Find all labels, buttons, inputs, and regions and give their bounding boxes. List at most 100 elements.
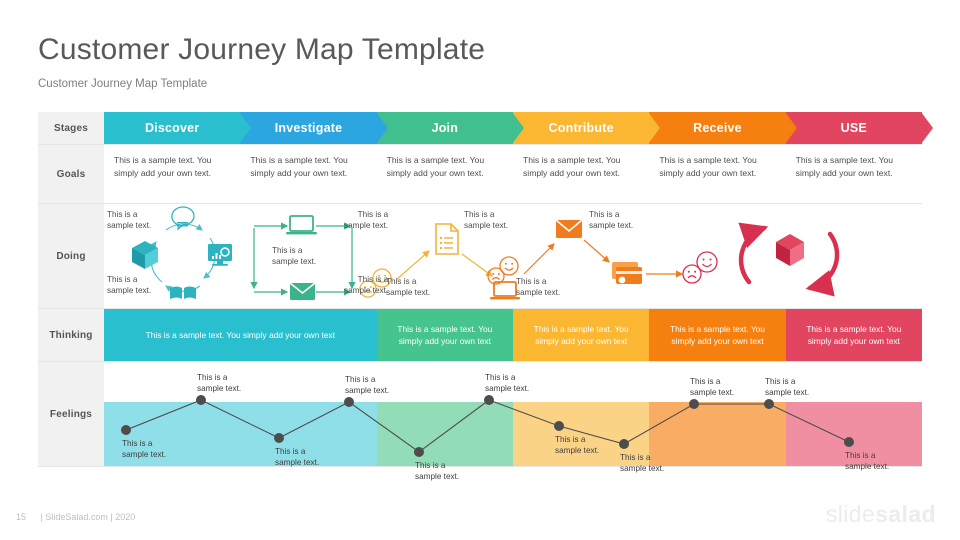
doing-label-line: This is a bbox=[272, 246, 303, 255]
feelings-point-label: This is a sample text. bbox=[485, 372, 529, 395]
feelings-data-point[interactable] bbox=[844, 437, 854, 447]
journey-map-board: Stages Discover Investigate Join Contribute… bbox=[38, 112, 933, 481]
feelings-point-label-line: sample text. bbox=[620, 464, 665, 474]
doing-label: This is a sample text. bbox=[107, 274, 151, 297]
feelings-data-point[interactable] bbox=[554, 421, 564, 431]
doing-label-line: sample text. bbox=[464, 221, 509, 231]
page-number: 15 bbox=[16, 512, 27, 522]
goals-cells: This is a sample text. You simply add yo… bbox=[104, 145, 922, 203]
goal-cell: This is a sample text. You simply add yo… bbox=[240, 145, 376, 203]
goal-text: This is a sample text. You simply add yo… bbox=[250, 155, 348, 178]
goal-text: This is a sample text. You simply add yo… bbox=[659, 155, 757, 178]
goal-cell: This is a sample text. You simply add yo… bbox=[786, 145, 922, 203]
feelings-point-label: This is a sample text. bbox=[345, 374, 389, 397]
feelings-point-label-line: sample text. bbox=[122, 450, 167, 460]
feelings-point-label: This is a sample text. bbox=[122, 438, 166, 461]
feelings-point-label-line: This is a bbox=[122, 439, 153, 448]
logo-light: slide bbox=[825, 501, 876, 527]
stage-chevron-receive[interactable]: Receive bbox=[646, 112, 797, 144]
happy-face-icon bbox=[499, 256, 519, 276]
feelings-point-label: This is a sample text. bbox=[555, 434, 599, 457]
feelings-data-point[interactable] bbox=[484, 395, 494, 405]
feelings-data-point[interactable] bbox=[689, 399, 699, 409]
divider bbox=[38, 466, 922, 467]
feelings-point-label-line: sample text. bbox=[275, 458, 320, 468]
doing-label-line: This is a bbox=[107, 210, 138, 219]
doing-label: This is a sample text. bbox=[107, 209, 151, 232]
stage-chevron-discover[interactable]: Discover bbox=[104, 112, 252, 144]
thinking-blocks: This is a sample text. You simply add yo… bbox=[104, 309, 922, 361]
thinking-block: This is a sample text. You simply add yo… bbox=[104, 309, 377, 361]
stages-track: Discover Investigate Join Contribute Receive… bbox=[104, 112, 933, 144]
feelings-data-point[interactable] bbox=[414, 447, 424, 457]
feelings-data-point[interactable] bbox=[196, 395, 206, 405]
book-icon bbox=[170, 286, 196, 299]
feelings-data-point[interactable] bbox=[619, 439, 629, 449]
chevron-arrow-icon bbox=[648, 112, 661, 144]
feelings-data-point[interactable] bbox=[764, 399, 774, 409]
doing-label: This is a sample text. bbox=[589, 209, 633, 232]
feelings-point-label-line: sample text. bbox=[345, 386, 390, 396]
feelings-point-label-line: This is a bbox=[765, 377, 796, 386]
envelope-icon bbox=[555, 219, 583, 238]
feelings-point-label: This is a sample text. bbox=[845, 450, 889, 473]
thinking-text: This is a sample text. You simply add yo… bbox=[145, 330, 336, 340]
doing-label-line: sample text. bbox=[344, 286, 389, 296]
page-title: Customer Journey Map Template bbox=[38, 33, 486, 66]
stage-chevron-contribute[interactable]: Contribute bbox=[509, 112, 661, 144]
goal-cell: This is a sample text. You simply add yo… bbox=[104, 145, 240, 203]
chevron-arrow-icon bbox=[511, 112, 524, 144]
doing-row: Doing This is a sample text. This is a samp… bbox=[38, 204, 922, 308]
thinking-block: This is a sample text. You simply add yo… bbox=[512, 309, 650, 361]
feelings-data-point[interactable] bbox=[344, 397, 354, 407]
doing-label: This is a sample text. bbox=[344, 274, 388, 297]
doing-label: This is a sample text. bbox=[272, 245, 316, 268]
feelings-data-point[interactable] bbox=[274, 433, 284, 443]
page-header: Customer Journey Map Template Customer J… bbox=[38, 32, 485, 90]
doing-label-line: This is a bbox=[589, 210, 620, 219]
thinking-text: This is a sample text. You simply add yo… bbox=[669, 324, 765, 346]
logo-bold: salad bbox=[875, 501, 936, 527]
feelings-point-label-line: sample text. bbox=[485, 384, 530, 394]
laptop-icon bbox=[286, 215, 317, 235]
feelings-point-label: This is a sample text. bbox=[275, 446, 319, 469]
doing-label: This is a sample text. bbox=[516, 276, 560, 299]
goal-text: This is a sample text. You simply add yo… bbox=[522, 155, 621, 178]
doing-label: This is a sample text. bbox=[344, 209, 388, 232]
chevron-arrow-icon bbox=[784, 112, 797, 144]
feelings-point-label-line: sample text. bbox=[415, 472, 460, 482]
feelings-point-label-line: This is a bbox=[485, 373, 516, 382]
stage-chevron-join[interactable]: Join bbox=[373, 112, 524, 144]
feelings-point-label: This is a sample text. bbox=[197, 372, 241, 395]
monitor-chart-icon bbox=[208, 244, 232, 266]
doing-icons-and-arrows bbox=[132, 206, 840, 300]
goal-cell: This is a sample text. You simply add yo… bbox=[377, 145, 513, 203]
feelings-point-label-line: sample text. bbox=[555, 446, 600, 456]
doing-label-line: This is a bbox=[464, 210, 495, 219]
stage-chevron-investigate[interactable]: Investigate bbox=[237, 112, 388, 144]
chevron-arrow-icon bbox=[920, 112, 933, 144]
doing-label: This is a sample text. bbox=[386, 276, 430, 299]
feelings-point-label-line: sample text. bbox=[845, 462, 890, 472]
thinking-block: This is a sample text. You simply add yo… bbox=[649, 309, 786, 361]
thinking-block: This is a sample text. You simply add yo… bbox=[376, 309, 513, 361]
stage-label: Discover bbox=[144, 121, 200, 135]
feelings-point-label-line: This is a bbox=[197, 373, 228, 382]
doing-label-line: sample text. bbox=[107, 286, 152, 296]
feelings-point-label: This is a sample text. bbox=[765, 376, 809, 399]
thinking-text: This is a sample text. You simply add yo… bbox=[806, 324, 902, 346]
feelings-point-label: This is a sample text. bbox=[690, 376, 734, 399]
stage-label: USE bbox=[840, 121, 867, 135]
chevron-arrow-icon bbox=[239, 112, 252, 144]
doing-label-line: This is a bbox=[516, 277, 547, 286]
doing-label: This is a sample text. bbox=[464, 209, 508, 232]
row-label-thinking: Thinking bbox=[38, 309, 104, 361]
feelings-row: Feelings This is a sample text. This is a s… bbox=[38, 362, 922, 481]
feelings-data-point[interactable] bbox=[121, 425, 131, 435]
stage-chevron-use[interactable]: USE bbox=[782, 112, 933, 144]
stage-label: Investigate bbox=[274, 121, 343, 135]
doing-label-line: This is a bbox=[107, 275, 138, 284]
envelope-icon bbox=[289, 282, 316, 300]
doing-label-line: sample text. bbox=[344, 221, 389, 231]
page-subtitle: Customer Journey Map Template bbox=[38, 78, 208, 90]
